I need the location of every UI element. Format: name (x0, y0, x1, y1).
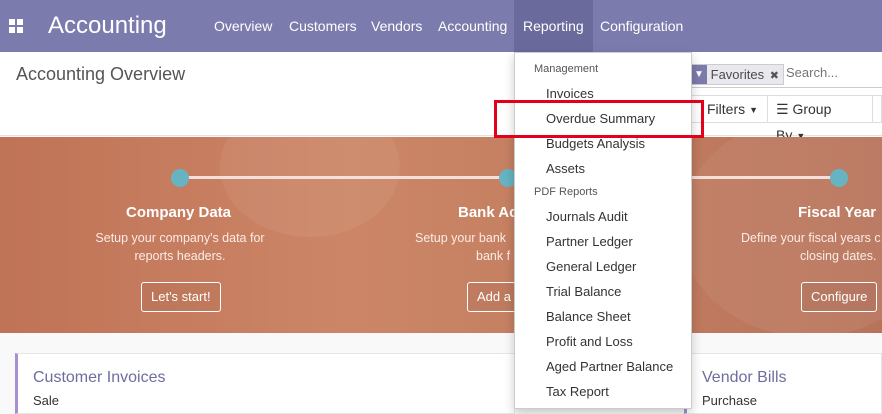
menu-item-partner-ledger[interactable]: Partner Ledger (546, 234, 633, 249)
menu-section-header: PDF Reports (534, 186, 598, 198)
search-box[interactable]: ▼ Favorites ✖ (686, 62, 882, 88)
onboarding-banner: Company Data Setup your company's data f… (0, 137, 882, 333)
menu-item-journals-audit[interactable]: Journals Audit (546, 209, 628, 224)
step-dot (830, 169, 848, 187)
menu-item-budgets-analysis[interactable]: Budgets Analysis (546, 136, 645, 151)
menu-item-tax-report[interactable]: Tax Report (546, 384, 609, 399)
menu-overview[interactable]: Overview (205, 0, 281, 52)
menu-item-assets[interactable]: Assets (546, 161, 585, 176)
control-panel: Accounting Overview ▼ Favorites ✖ Filter… (0, 52, 882, 143)
menu-item-general-ledger[interactable]: General Ledger (546, 259, 636, 274)
page-title: Accounting Overview (16, 64, 186, 84)
menu-reporting[interactable]: Reporting (514, 0, 593, 52)
step-desc: Setup your bank (415, 231, 507, 245)
step-desc: bank f (476, 249, 511, 263)
search-facet: ▼ Favorites ✖ (690, 64, 784, 85)
menu-section-header: Management (534, 63, 599, 75)
top-navbar: Accounting Overview Customers Vendors Ac… (0, 0, 882, 52)
app-grid-icon[interactable] (9, 19, 23, 33)
filters-label: Filters (707, 101, 746, 117)
menu-configuration[interactable]: Configuration (591, 0, 692, 52)
card-title[interactable]: Customer Invoices (33, 369, 166, 387)
card-vendor-bills[interactable]: Vendor Bills Purchase (684, 353, 882, 414)
facet-label: Favorites (710, 67, 765, 82)
group-by-button[interactable]: ☰ Group By▼ (767, 95, 873, 143)
step-title-company-data: Company Data (126, 204, 232, 221)
configure-button[interactable]: Configure (801, 282, 878, 312)
list-icon: ☰ (776, 101, 789, 117)
step-desc: Define your fiscal years c (741, 231, 881, 245)
highlight-box (494, 100, 704, 138)
caret-down-icon: ▼ (749, 105, 759, 116)
card-subtitle: Purchase (702, 393, 757, 408)
more-button[interactable] (872, 95, 882, 123)
step-title-bank-account: Bank Ac (458, 204, 518, 221)
step-title-fiscal-year: Fiscal Year (798, 204, 877, 221)
app-title: Accounting (48, 12, 167, 39)
step-desc: reports headers. (134, 249, 226, 263)
filter-icon: ▼ (691, 65, 707, 84)
close-icon[interactable]: ✖ (770, 70, 779, 82)
step-desc: closing dates. (800, 249, 877, 263)
card-subtitle: Sale (33, 393, 60, 408)
menu-item-trial-balance[interactable]: Trial Balance (546, 284, 621, 299)
card-customer-invoices[interactable]: Customer Invoices Sale (15, 353, 515, 414)
banner-decoration (220, 137, 400, 237)
menu-accounting[interactable]: Accounting (429, 0, 516, 52)
card-title[interactable]: Vendor Bills (702, 369, 787, 387)
menu-item-invoices[interactable]: Invoices (546, 86, 594, 101)
menu-vendors[interactable]: Vendors (362, 0, 431, 52)
menu-customers[interactable]: Customers (280, 0, 366, 52)
step-dot (171, 169, 189, 187)
menu-item-balance-sheet[interactable]: Balance Sheet (546, 309, 631, 324)
menu-item-aged-partner-balance[interactable]: Aged Partner Balance (546, 359, 673, 374)
lets-start-button[interactable]: Let's start! (141, 282, 221, 312)
search-input[interactable] (786, 65, 882, 80)
menu-item-profit-and-loss[interactable]: Profit and Loss (546, 334, 633, 349)
step-desc: Setup your company's data for (95, 231, 265, 245)
